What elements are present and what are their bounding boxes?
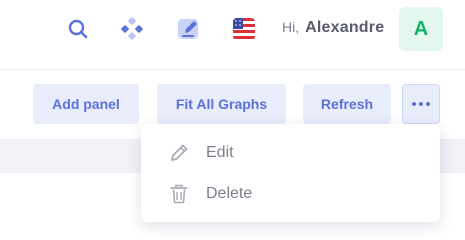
more-horizontal-icon [412,102,416,106]
top-header: Hi, Alexandre A [0,0,465,70]
menu-item-label: Edit [206,144,234,161]
diamond-dots-icon[interactable] [117,14,147,44]
user-greeting[interactable]: Hi, Alexandre [282,19,384,37]
dropdown-menu: Edit Delete [141,124,440,222]
menu-item-edit[interactable]: Edit [141,133,440,173]
menu-item-label: Delete [206,185,253,202]
pencil-icon [168,142,190,164]
fit-all-graphs-button[interactable]: Fit All Graphs [157,84,286,124]
user-name: Alexandre [305,19,385,36]
greeting-text: Hi, [282,19,300,35]
menu-item-delete[interactable]: Delete [141,174,440,214]
avatar[interactable]: A [399,7,443,51]
refresh-button[interactable]: Refresh [303,84,391,124]
us-flag-icon[interactable] [229,14,259,44]
add-panel-button[interactable]: Add panel [33,84,139,124]
more-options-button[interactable] [402,84,440,124]
search-icon[interactable] [63,14,93,44]
trash-icon [168,183,190,205]
edit-square-icon[interactable] [174,14,204,44]
